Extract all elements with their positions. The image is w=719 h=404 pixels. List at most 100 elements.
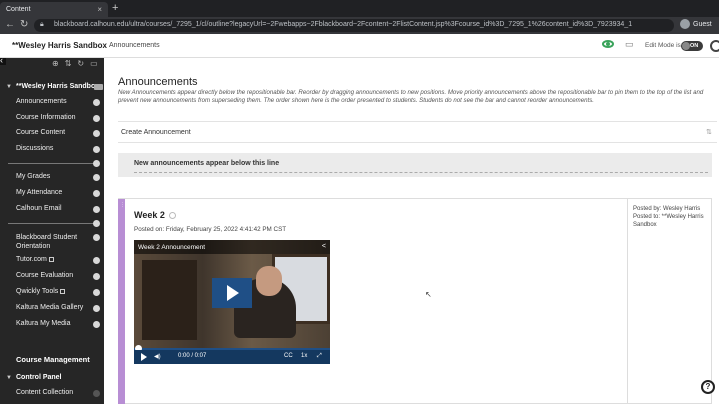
expand-arrow-icon[interactable]: ▼ — [6, 84, 12, 90]
create-announcement-button[interactable]: Create Announcement — [121, 129, 191, 136]
item-options-icon[interactable] — [93, 174, 100, 181]
control-panel-heading[interactable]: Control Panel — [16, 374, 62, 381]
close-tab-icon[interactable]: × — [97, 5, 102, 14]
expand-arrow-icon[interactable]: ▼ — [6, 375, 12, 381]
external-link-icon — [60, 288, 66, 294]
drag-grip-icon: ⋮ — [120, 202, 125, 208]
item-options-icon[interactable] — [93, 99, 100, 106]
breadcrumb[interactable]: Announcements — [109, 42, 160, 49]
url-field[interactable]: blackboard.calhoun.edu/ultra/courses/_72… — [34, 19, 674, 32]
profile-button[interactable]: Guest — [680, 19, 712, 29]
divider-options-icon[interactable] — [93, 220, 100, 227]
sidebar-item-calhoun-email[interactable]: Calhoun Email — [16, 205, 62, 212]
reorder-icon[interactable]: ⇅ — [65, 59, 72, 71]
lock-icon[interactable]: 🔒︎ — [40, 21, 44, 29]
help-icon[interactable] — [710, 40, 719, 52]
item-options-icon[interactable] — [93, 190, 100, 197]
item-options-icon[interactable] — [93, 289, 100, 296]
posted-to: Posted to: **Wesley Harris Sandbox — [633, 214, 704, 229]
item-options-icon[interactable] — [93, 234, 100, 241]
options-menu-icon[interactable] — [168, 212, 176, 220]
captions-icon[interactable]: CC — [284, 353, 293, 359]
display-view-icon[interactable]: ▭ — [90, 59, 98, 71]
item-options-icon[interactable] — [93, 273, 100, 280]
video-player[interactable]: Week 2 Announcement < ◀︎) 0:00 / 0:07 CC… — [134, 240, 330, 364]
mouse-cursor-icon: ↖ — [425, 290, 432, 299]
item-options-icon[interactable] — [93, 206, 100, 213]
help-question-icon[interactable]: ? — [701, 380, 715, 394]
share-icon[interactable]: < — [322, 243, 326, 250]
sidebar-item-course-evaluation[interactable]: Course Evaluation — [16, 272, 73, 279]
tab-title: Content — [6, 6, 31, 13]
item-options-icon[interactable] — [93, 130, 100, 137]
repositionable-bar[interactable]: New announcements appear below this line — [118, 153, 712, 177]
fullscreen-icon[interactable]: ⤢ — [317, 353, 322, 360]
item-options-icon[interactable] — [93, 321, 100, 328]
reposition-line — [134, 172, 708, 173]
address-bar-row: ← ↻ blackboard.calhoun.edu/ultra/courses… — [0, 17, 719, 34]
new-tab-button[interactable]: + — [112, 2, 118, 14]
announcement-title[interactable]: Week 2 — [134, 210, 176, 220]
edit-mode-label: Edit Mode is: — [645, 42, 683, 49]
external-link-icon — [48, 256, 54, 262]
announcement-item: ⋮ Week 2 Posted on: Friday, February 25,… — [118, 198, 712, 404]
action-bar: Create Announcement ⇅ — [118, 121, 717, 143]
item-options-icon[interactable] — [93, 115, 100, 122]
item-options-icon[interactable] — [93, 305, 100, 312]
menu-divider — [8, 223, 96, 224]
sidebar-item-course-information[interactable]: Course Information — [16, 114, 76, 121]
qwickly-label: Qwickly Tools — [16, 288, 59, 295]
item-options-icon[interactable] — [93, 146, 100, 153]
volume-icon[interactable]: ◀︎) — [154, 353, 161, 360]
playback-speed-button[interactable]: 1x — [301, 353, 307, 359]
browser-tab[interactable]: Content × — [0, 2, 108, 17]
sidebar-item-my-grades[interactable]: My Grades — [16, 173, 50, 180]
video-scene-face — [256, 266, 282, 296]
sidebar-item-content-collection[interactable]: Content Collection — [16, 389, 73, 396]
course-name[interactable]: **Wesley Harris Sandbox — [12, 41, 107, 50]
collapse-menu-icon[interactable]: ‹ — [0, 58, 6, 65]
url-text: blackboard.calhoun.edu/ultra/courses/_72… — [54, 21, 633, 28]
edit-mode-toggle[interactable]: ON — [681, 41, 703, 51]
page-instructions: New Announcements appear directly below … — [118, 89, 704, 105]
drag-handle[interactable]: ⋮ — [118, 199, 125, 404]
announcement-meta: Posted by: Wesley Harris Posted to: **We… — [627, 199, 712, 404]
reload-icon[interactable]: ↻ — [20, 19, 28, 30]
sidebar-item-student-orientation[interactable]: Blackboard Student Orientation — [16, 233, 94, 252]
expand-icon[interactable] — [93, 390, 100, 397]
announcement-posted-on: Posted on: Friday, February 25, 2022 4:4… — [134, 226, 287, 233]
page-title: Announcements — [118, 76, 198, 88]
sidebar-item-kaltura-media-gallery[interactable]: Kaltura Media Gallery — [16, 304, 83, 311]
padlock-icon[interactable]: ▭ — [625, 39, 634, 50]
video-title-bar: Week 2 Announcement < — [134, 240, 330, 254]
big-play-button[interactable] — [212, 278, 252, 308]
sidebar-item-kaltura-my-media[interactable]: Kaltura My Media — [16, 320, 70, 327]
browser-tab-bar: Content × + — [0, 0, 719, 17]
announcement-title-text: Week 2 — [134, 210, 165, 220]
tutor-label: Tutor.com — [16, 256, 47, 263]
student-preview-eye-icon[interactable] — [602, 40, 614, 48]
add-menu-item-icon[interactable]: ⊕ — [52, 59, 59, 71]
refresh-icon[interactable]: ↻ — [77, 59, 84, 71]
sidebar-item-discussions[interactable]: Discussions — [16, 145, 53, 152]
divider-options-icon[interactable] — [93, 160, 100, 167]
posted-by: Posted by: Wesley Harris — [633, 206, 701, 212]
sidebar-item-course-content[interactable]: Course Content — [16, 129, 65, 136]
item-options-icon[interactable] — [93, 257, 100, 264]
sidebar-item-qwickly-tools[interactable]: Qwickly Tools — [16, 288, 66, 295]
sidebar-item-announcements[interactable]: Announcements — [16, 98, 67, 105]
sidebar-item-my-attendance[interactable]: My Attendance — [16, 189, 62, 196]
menu-toolbar: ⊕ ⇅ ↻ ▭ — [0, 58, 104, 71]
sidebar-item-tutor[interactable]: Tutor.com — [16, 256, 54, 263]
sidebar-course-title[interactable]: **Wesley Harris Sandbox — [16, 83, 99, 90]
video-time: 0:00 / 0:07 — [178, 353, 207, 359]
profile-label: Guest — [693, 20, 712, 28]
folder-icon[interactable] — [94, 84, 103, 90]
repositionable-bar-label: New announcements appear below this line — [134, 160, 280, 167]
video-title: Week 2 Announcement — [138, 244, 206, 251]
sort-icon[interactable]: ⇅ — [706, 128, 712, 136]
play-icon[interactable] — [141, 353, 147, 361]
main-content: Announcements New Announcements appear d… — [104, 58, 719, 404]
menu-divider — [8, 163, 96, 164]
back-icon[interactable]: ← — [5, 19, 15, 30]
